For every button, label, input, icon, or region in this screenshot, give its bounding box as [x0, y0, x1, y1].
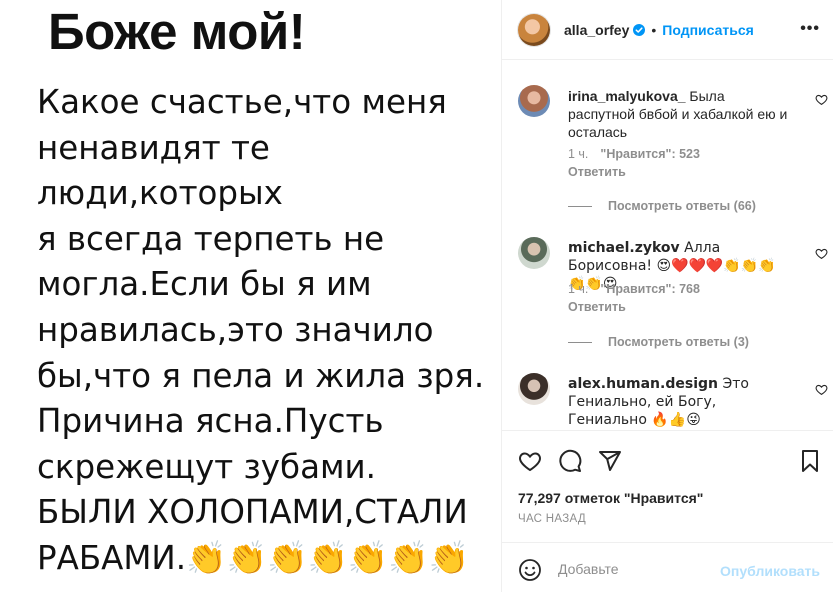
heart-icon[interactable] — [815, 93, 828, 106]
comment-icon[interactable] — [558, 449, 582, 473]
commenter-avatar[interactable] — [518, 85, 550, 117]
view-replies-button[interactable]: Посмотреть ответы (66) — [568, 199, 756, 213]
comment-likes[interactable]: "Нравится": 768 — [600, 282, 700, 296]
comment-time[interactable]: 1 ч. — [568, 147, 588, 161]
add-comment-bar: Опубликовать — [502, 542, 833, 592]
author-username[interactable]: alla_orfey — [564, 22, 629, 38]
comments-list: irina_malyukova_ Была распутной бвбой и … — [502, 61, 833, 430]
comment-time[interactable]: 1 ч. — [568, 282, 588, 296]
heart-icon[interactable] — [815, 383, 828, 396]
comment-username[interactable]: michael.zykov — [568, 240, 680, 256]
post-body-text: Какое счастье,что меня ненавидят те люди… — [37, 83, 485, 577]
reply-button[interactable]: Ответить — [568, 165, 626, 179]
post-image: Боже мой! Какое счастье,что меня ненавид… — [0, 0, 501, 592]
comment-meta: 1 ч. "Нравится": 768 — [568, 282, 700, 296]
post-sidebar: alla_orfey • Подписаться ••• irina_malyu… — [501, 0, 833, 592]
comment-likes[interactable]: "Нравится": 523 — [600, 147, 700, 161]
comment-meta: 1 ч. "Нравится": 523 — [568, 147, 700, 161]
follow-button[interactable]: Подписаться — [662, 22, 754, 38]
publish-button[interactable]: Опубликовать — [720, 563, 820, 579]
heart-icon[interactable] — [518, 449, 542, 473]
comment-text: alex.human.design Это Гениально, ей Богу… — [568, 375, 790, 429]
more-icon[interactable]: ••• — [800, 20, 820, 38]
likes-count[interactable]: 77,297 отметок "Нравится" — [518, 490, 703, 506]
verified-icon — [633, 23, 646, 36]
view-replies-label: Посмотреть ответы (3) — [608, 335, 749, 349]
view-replies-label: Посмотреть ответы (66) — [608, 199, 756, 213]
comment-username[interactable]: irina_malyukova_ — [568, 88, 686, 104]
post-heading: Боже мой! — [48, 3, 306, 60]
author-avatar[interactable] — [518, 13, 550, 46]
comment-username[interactable]: alex.human.design — [568, 376, 718, 392]
share-icon[interactable] — [598, 449, 622, 473]
heart-icon[interactable] — [815, 247, 828, 260]
comment-text: irina_malyukova_ Была распутной бвбой и … — [568, 87, 790, 141]
view-replies-button[interactable]: Посмотреть ответы (3) — [568, 335, 749, 349]
divider-line — [568, 205, 592, 207]
header-separator: • — [651, 21, 657, 38]
commenter-avatar[interactable] — [518, 373, 550, 405]
reply-button[interactable]: Ответить — [568, 300, 626, 314]
post-timestamp[interactable]: ЧАС НАЗАД — [518, 513, 586, 525]
bookmark-icon[interactable] — [798, 449, 822, 473]
divider-line — [568, 341, 592, 343]
commenter-avatar[interactable] — [518, 237, 550, 269]
post-header: alla_orfey • Подписаться ••• — [502, 0, 833, 60]
smile-icon[interactable] — [518, 558, 542, 582]
post-actions: 77,297 отметок "Нравится" ЧАС НАЗАД — [502, 430, 833, 542]
